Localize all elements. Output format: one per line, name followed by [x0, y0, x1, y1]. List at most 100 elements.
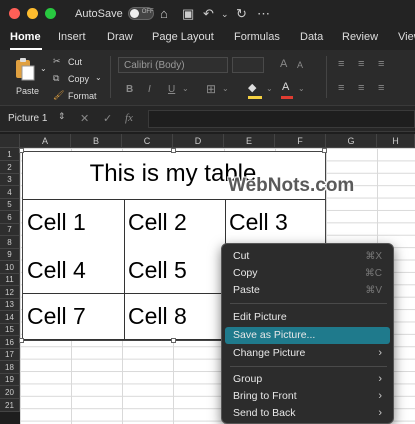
tab-draw[interactable]: Draw: [107, 31, 133, 43]
row-header[interactable]: 6: [0, 211, 20, 224]
paste-label: Paste: [16, 86, 40, 96]
fill-chevron-icon[interactable]: ⌄: [266, 84, 273, 93]
tab-data[interactable]: Data: [300, 31, 323, 43]
column-header-c[interactable]: C: [122, 134, 173, 148]
row-header[interactable]: 8: [0, 236, 20, 249]
italic-button[interactable]: I: [148, 84, 151, 95]
underline-chevron-icon[interactable]: ⌄: [182, 84, 189, 93]
formula-input[interactable]: [148, 110, 415, 128]
tab-view[interactable]: View: [398, 31, 415, 43]
column-header-a[interactable]: A: [20, 134, 71, 148]
row-header[interactable]: 13: [0, 299, 20, 311]
font-color-swatch: [281, 96, 293, 99]
copy-icon: ⧉: [53, 73, 60, 83]
font-color-icon[interactable]: A: [282, 81, 289, 93]
column-header-e[interactable]: E: [224, 134, 275, 148]
menu-shortcut: ⌘X: [365, 251, 382, 262]
menu-item-paste[interactable]: Paste ⌘V: [225, 282, 390, 299]
resize-handle[interactable]: [19, 338, 24, 343]
font-size-select[interactable]: [232, 57, 264, 73]
menu-item-edit-picture[interactable]: Edit Picture: [225, 309, 390, 326]
row-header[interactable]: 1: [0, 148, 20, 161]
font-name-select[interactable]: Calibri (Body): [118, 57, 228, 73]
menu-item-send-to-back[interactable]: Send to Back ›: [225, 405, 390, 422]
chevron-down-icon[interactable]: ⌄: [221, 9, 229, 20]
menu-item-cut[interactable]: Cut ⌘X: [225, 248, 390, 265]
insert-function-button[interactable]: fx: [125, 112, 133, 124]
row-header[interactable]: 4: [0, 186, 20, 199]
resize-handle[interactable]: [171, 148, 176, 153]
menu-item-copy[interactable]: Copy ⌘C: [225, 265, 390, 282]
menu-item-bring-to-front[interactable]: Bring to Front ›: [225, 388, 390, 405]
paste-button[interactable]: [12, 56, 36, 82]
menu-item-save-as-picture[interactable]: Save as Picture...: [225, 327, 390, 344]
home-icon[interactable]: ⌂: [160, 6, 168, 21]
copy-chevron-icon[interactable]: ⌄: [95, 73, 102, 82]
minimize-window-button[interactable]: [27, 8, 38, 19]
align-bottom-icon[interactable]: ≡: [378, 58, 384, 70]
maximize-window-button[interactable]: [45, 8, 56, 19]
row-header[interactable]: 16: [0, 336, 20, 349]
tab-review[interactable]: Review: [342, 31, 378, 43]
cancel-entry-icon[interactable]: ✕: [80, 112, 89, 125]
fill-color-icon[interactable]: ◆: [248, 81, 256, 94]
align-center-icon[interactable]: ≡: [358, 82, 364, 94]
row-header[interactable]: 20: [0, 386, 20, 399]
row-header[interactable]: 10: [0, 261, 20, 274]
paste-chevron-icon[interactable]: ⌄: [40, 64, 47, 73]
row-header[interactable]: 5: [0, 199, 20, 211]
undo-icon[interactable]: ↶: [203, 6, 214, 22]
row-header[interactable]: 11: [0, 274, 20, 286]
save-icon[interactable]: ▣: [182, 6, 194, 22]
align-right-icon[interactable]: ≡: [378, 82, 384, 94]
menu-separator: [230, 303, 387, 304]
borders-icon[interactable]: ⊞: [206, 82, 216, 96]
resize-handle[interactable]: [322, 148, 327, 153]
row-header[interactable]: 2: [0, 161, 20, 174]
resize-handle[interactable]: [19, 148, 24, 153]
bold-button[interactable]: B: [126, 84, 133, 95]
align-left-icon[interactable]: ≡: [338, 82, 344, 94]
menu-item-group[interactable]: Group ›: [225, 371, 390, 388]
row-header[interactable]: 21: [0, 399, 20, 412]
cut-button[interactable]: Cut: [68, 57, 82, 67]
increase-font-icon[interactable]: A: [280, 58, 287, 70]
row-header[interactable]: 9: [0, 249, 20, 261]
align-middle-icon[interactable]: ≡: [358, 58, 364, 70]
menu-item-change-picture[interactable]: Change Picture ›: [225, 345, 390, 362]
column-header-b[interactable]: B: [71, 134, 122, 148]
row-header[interactable]: 7: [0, 224, 20, 236]
row-header[interactable]: 3: [0, 174, 20, 186]
autosave-control[interactable]: AutoSave OFF: [75, 7, 154, 20]
column-header-d[interactable]: D: [173, 134, 224, 148]
column-header-g[interactable]: G: [326, 134, 377, 148]
align-top-icon[interactable]: ≡: [338, 58, 344, 70]
borders-chevron-icon[interactable]: ⌄: [222, 84, 229, 93]
tab-insert[interactable]: Insert: [58, 31, 86, 43]
select-all-corner[interactable]: [0, 134, 20, 148]
tab-home[interactable]: Home: [10, 31, 41, 43]
redo-icon[interactable]: ↻: [236, 6, 247, 22]
row-header[interactable]: 18: [0, 361, 20, 374]
format-painter-button[interactable]: Format: [68, 91, 97, 101]
autosave-toggle[interactable]: OFF: [127, 7, 154, 20]
copy-button[interactable]: Copy: [68, 74, 89, 84]
fill-color-swatch: [248, 96, 262, 99]
row-header[interactable]: 19: [0, 374, 20, 386]
column-header-h[interactable]: H: [377, 134, 415, 148]
resize-handle[interactable]: [171, 338, 176, 343]
column-header-f[interactable]: F: [275, 134, 326, 148]
close-window-button[interactable]: [9, 8, 20, 19]
underline-button[interactable]: U: [168, 84, 175, 95]
confirm-entry-icon[interactable]: ✓: [103, 112, 112, 125]
row-header[interactable]: 12: [0, 286, 20, 299]
row-header[interactable]: 15: [0, 324, 20, 336]
font-color-chevron-icon[interactable]: ⌄: [298, 84, 305, 93]
row-header[interactable]: 17: [0, 349, 20, 361]
more-icon[interactable]: ⋯: [257, 6, 270, 22]
row-header[interactable]: 14: [0, 311, 20, 324]
decrease-font-icon[interactable]: A: [297, 60, 303, 70]
name-box-stepper-icon[interactable]: ⇕: [58, 111, 66, 122]
tab-formulas[interactable]: Formulas: [234, 31, 280, 43]
tab-page-layout[interactable]: Page Layout: [152, 31, 214, 43]
